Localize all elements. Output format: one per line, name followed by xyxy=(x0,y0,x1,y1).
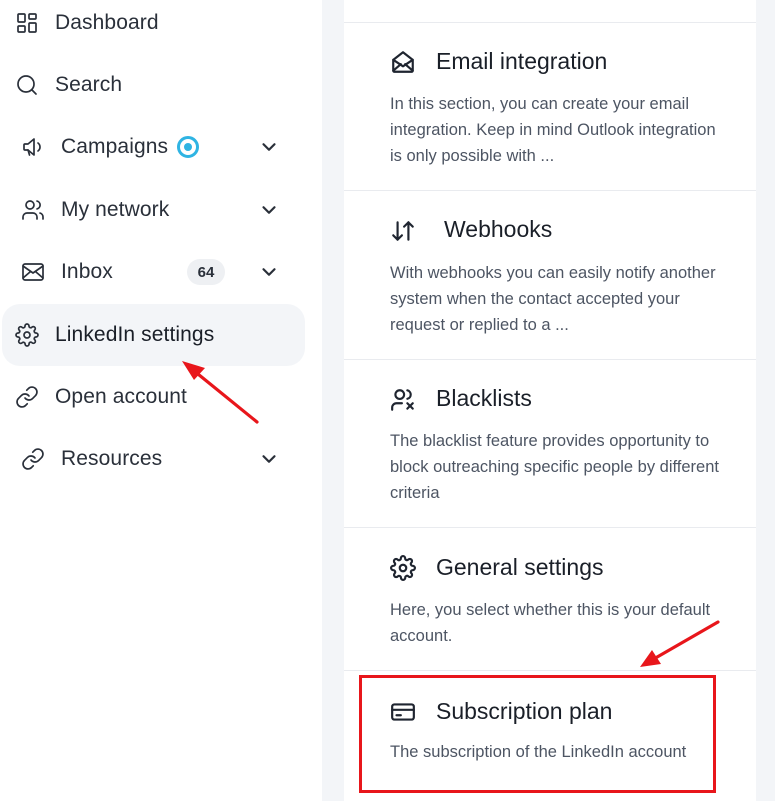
sidebar-item-label: Dashboard xyxy=(55,11,159,34)
card-title: Blacklists xyxy=(436,385,532,411)
panel-divider xyxy=(322,0,344,801)
sidebar-item-resources[interactable]: Resources xyxy=(0,428,305,490)
megaphone-icon xyxy=(20,134,46,160)
sidebar-item-search[interactable]: Search xyxy=(0,54,305,116)
settings-card-webhooks[interactable]: Webhooks With webhooks you can easily no… xyxy=(344,190,756,359)
user-blocked-icon xyxy=(390,387,418,415)
arrows-up-down-icon xyxy=(390,218,418,246)
sidebar-item-inbox[interactable]: Inbox 64 xyxy=(0,241,305,303)
sidebar-item-dashboard[interactable]: Dashboard xyxy=(0,0,305,54)
search-icon xyxy=(14,72,40,98)
settings-card-blacklists[interactable]: Blacklists The blacklist feature provide… xyxy=(344,359,756,527)
card-title: Webhooks xyxy=(444,216,553,242)
card-title: Email integration xyxy=(436,48,608,74)
link-icon xyxy=(14,384,40,410)
sidebar: Dashboard Search Campaigns My network In… xyxy=(0,0,322,801)
sidebar-item-label: My network xyxy=(61,198,170,221)
sidebar-item-my-network[interactable]: My network xyxy=(0,179,305,241)
link-icon xyxy=(20,446,46,472)
settings-card-email-integration[interactable]: Email integration In this section, you c… xyxy=(344,22,756,190)
status-dot xyxy=(177,136,199,158)
card-description: With webhooks you can easily notify anot… xyxy=(390,264,716,334)
chevron-down-icon[interactable] xyxy=(258,448,280,470)
sidebar-item-linkedin-settings[interactable]: LinkedIn settings xyxy=(2,304,305,366)
gear-icon xyxy=(14,322,40,348)
sidebar-item-label: LinkedIn settings xyxy=(55,323,215,346)
chevron-down-icon[interactable] xyxy=(258,199,280,221)
card-description: The blacklist feature provides opportuni… xyxy=(390,432,719,502)
sidebar-item-campaigns[interactable]: Campaigns xyxy=(0,116,305,178)
annotation-highlight-box xyxy=(359,675,716,793)
sidebar-item-open-account[interactable]: Open account xyxy=(0,366,305,428)
sidebar-item-label: Resources xyxy=(61,447,163,470)
dashboard-icon xyxy=(14,10,40,36)
users-icon xyxy=(20,197,46,223)
card-description: In this section, you can create your ema… xyxy=(390,95,716,165)
chevron-down-icon[interactable] xyxy=(258,261,280,283)
envelope-open-icon xyxy=(390,49,418,77)
settings-card-general-settings[interactable]: General settings Here, you select whethe… xyxy=(344,527,756,670)
chevron-down-icon[interactable] xyxy=(258,136,280,158)
sidebar-item-label: Inbox xyxy=(61,260,113,283)
inbox-count-badge: 64 xyxy=(187,259,225,285)
mail-icon xyxy=(20,259,46,285)
sidebar-item-label: Open account xyxy=(55,385,187,408)
gear-icon xyxy=(390,555,418,583)
sidebar-item-label: Campaigns xyxy=(61,135,169,158)
card-title: General settings xyxy=(436,554,604,580)
sidebar-item-label: Search xyxy=(55,73,123,96)
card-description: Here, you select whether this is your de… xyxy=(390,601,711,645)
panel-edge xyxy=(756,0,775,801)
